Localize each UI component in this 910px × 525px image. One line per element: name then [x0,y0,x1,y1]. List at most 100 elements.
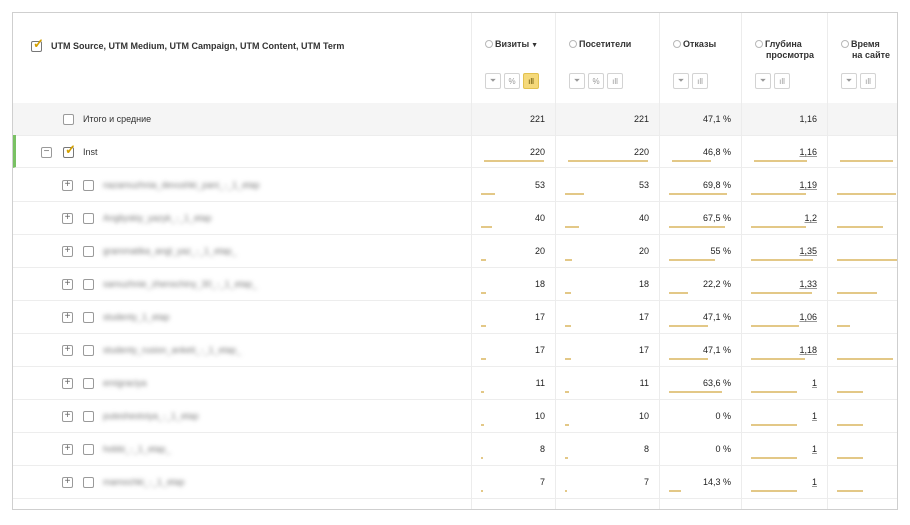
cell-depth[interactable]: 1,16 [799,147,817,157]
filter-icon[interactable]: ⏷ [485,73,501,89]
expand-icon[interactable]: + [62,213,73,224]
info-icon[interactable] [485,40,493,48]
cell-depth[interactable]: 1 [812,477,817,487]
expand-icon[interactable]: + [62,180,73,191]
sort-desc-icon[interactable]: ▼ [531,42,538,49]
row-label[interactable]: studenty_rusion_anketi_-_1_etap_ [103,345,241,355]
row-checkbox[interactable] [83,279,94,290]
table-row[interactable]: + grammatika_angl_yaz_-_1_etap_ 20 20 55 % 1,… [13,234,897,268]
chart-icon[interactable]: ıll [692,73,708,89]
value-bar [565,292,571,294]
value-bar [672,160,711,162]
cell-depth[interactable]: 1,19 [799,180,817,190]
group-row[interactable]: −✓Inst22022046,8 %1,160:2 [13,135,897,168]
row-checkbox[interactable] [83,246,94,257]
row-label[interactable]: grammatika_angl_yaz_-_1_etap_ [103,246,237,256]
table-row[interactable]: +emigraciya111163,6 %10:1 [13,366,897,400]
cell-bounces: 47,1 % [702,312,731,322]
cell-visitors: 18 [638,279,649,289]
info-icon[interactable] [569,40,577,48]
column-divider [741,13,742,509]
row-label[interactable]: nazamuzhnia_devushki_pani_-_1_etap [103,180,260,190]
chart-icon[interactable]: ıll [607,73,623,89]
cell-depth[interactable]: 1 [812,444,817,454]
row-checkbox[interactable] [83,180,94,191]
table-row[interactable]: + nazamuzhnia_devushki_pani_-_1_etap 53 53 6… [13,168,897,202]
table-row[interactable]: +studenty_1_etap171747,1 %1,060:0 [13,300,897,334]
expand-icon[interactable]: + [62,312,73,323]
cell-depth[interactable]: 1 [812,378,817,388]
table-row[interactable]: +Angliyskiy_yazyk_-_1_etap404067,5 %1,20… [13,201,897,235]
table-row[interactable]: + studenty_rusion_anketi_-_1_etap_ 17 17 47,… [13,333,897,367]
cell-depth[interactable]: 1,06 [799,312,817,322]
header-select-all-checkbox[interactable]: ✓ [31,36,44,52]
cell-bounces: 55 % [710,246,731,256]
row-label[interactable]: studenty_1_etap [103,312,170,322]
filter-icon[interactable]: ⏷ [841,73,857,89]
expand-icon[interactable]: + [62,411,73,422]
column-header-visitors[interactable]: Посетители [569,39,631,50]
expand-icon[interactable]: + [62,279,73,290]
row-checkbox[interactable] [83,444,94,455]
checkmark-icon: ✓ [65,142,76,157]
column-header-time[interactable]: Время на сайте [841,39,890,61]
table-header: ✓ UTM Source, UTM Medium, UTM Campaign, … [13,13,897,104]
table-row[interactable]: +puteshestviya_-_1_etap10100 %10:1 [13,399,897,433]
percent-icon[interactable]: % [504,73,520,89]
cell-bounces: 46,8 % [702,147,731,157]
cell-visits: 53 [534,180,545,190]
cell-depth[interactable]: 1,33 [799,279,817,289]
row-checkbox-checked[interactable]: ✓ [63,142,76,158]
filter-icon[interactable]: ⏷ [673,73,689,89]
expand-icon[interactable]: + [62,345,73,356]
row-checkbox[interactable] [83,477,94,488]
column-header-visits[interactable]: Визиты ▼ [485,39,538,51]
row-label[interactable]: puteshestviya_-_1_etap [103,411,199,421]
row-checkbox[interactable] [83,213,94,224]
value-bar [751,424,797,426]
chart-icon[interactable]: ıll [523,73,539,89]
filter-icon[interactable]: ⏷ [569,73,585,89]
row-label[interactable]: mamochki_-_1_etap [103,477,185,487]
row-label[interactable]: hobbi_-_1_etap_ [103,444,171,454]
filter-icon[interactable]: ⏷ [755,73,771,89]
value-bar [751,391,797,393]
value-bar [565,490,567,492]
cell-visitors: 40 [638,213,649,223]
cell-visits: 17 [534,345,545,355]
row-checkbox[interactable] [83,378,94,389]
info-icon[interactable] [673,40,681,48]
info-icon[interactable] [841,40,849,48]
table-row[interactable]: + samuzhnie_zhenschiny_30_-_1_etap_ 18 18 22… [13,267,897,301]
row-label[interactable]: emigraciya [103,378,147,388]
info-icon[interactable] [755,40,763,48]
chart-icon[interactable]: ıll [774,73,790,89]
row-checkbox[interactable] [83,312,94,323]
column-tools: ⏷ ıll [841,73,876,89]
column-header-depth[interactable]: Глубина просмотра [755,39,814,61]
percent-icon[interactable]: % [588,73,604,89]
expand-icon[interactable]: + [62,378,73,389]
value-bar [669,226,725,228]
column-header-bounces[interactable]: Отказы [673,39,716,50]
row-checkbox[interactable] [83,345,94,356]
row-label[interactable]: Angliyskiy_yazyk_-_1_etap [103,213,212,223]
expand-icon[interactable]: + [62,444,73,455]
cell-depth[interactable]: 1,18 [799,345,817,355]
row-checkbox[interactable] [63,114,74,125]
chart-icon[interactable]: ıll [860,73,876,89]
dimension-header-label[interactable]: UTM Source, UTM Medium, UTM Campaign, UT… [51,41,344,51]
row-label[interactable]: samuzhnie_zhenschiny_30_-_1_etap_ [103,279,257,289]
cell-depth[interactable]: 1,2 [804,213,817,223]
row-checkbox[interactable] [83,411,94,422]
expand-icon[interactable]: + [62,477,73,488]
row-label[interactable]: Inst [83,147,98,157]
table-row[interactable]: +hobbi_-_1_etap_880 %10:1 [13,432,897,466]
expand-icon[interactable]: + [62,246,73,257]
total-row[interactable]: Итого и средние22122147,1 %1,160:2 [13,103,897,136]
cell-depth[interactable]: 1 [812,411,817,421]
collapse-icon[interactable]: − [41,147,52,158]
cell-depth[interactable]: 1,35 [799,246,817,256]
value-bar [565,424,569,426]
table-row[interactable]: +mamochki_-_1_etap7714,3 %10:1 [13,465,897,499]
